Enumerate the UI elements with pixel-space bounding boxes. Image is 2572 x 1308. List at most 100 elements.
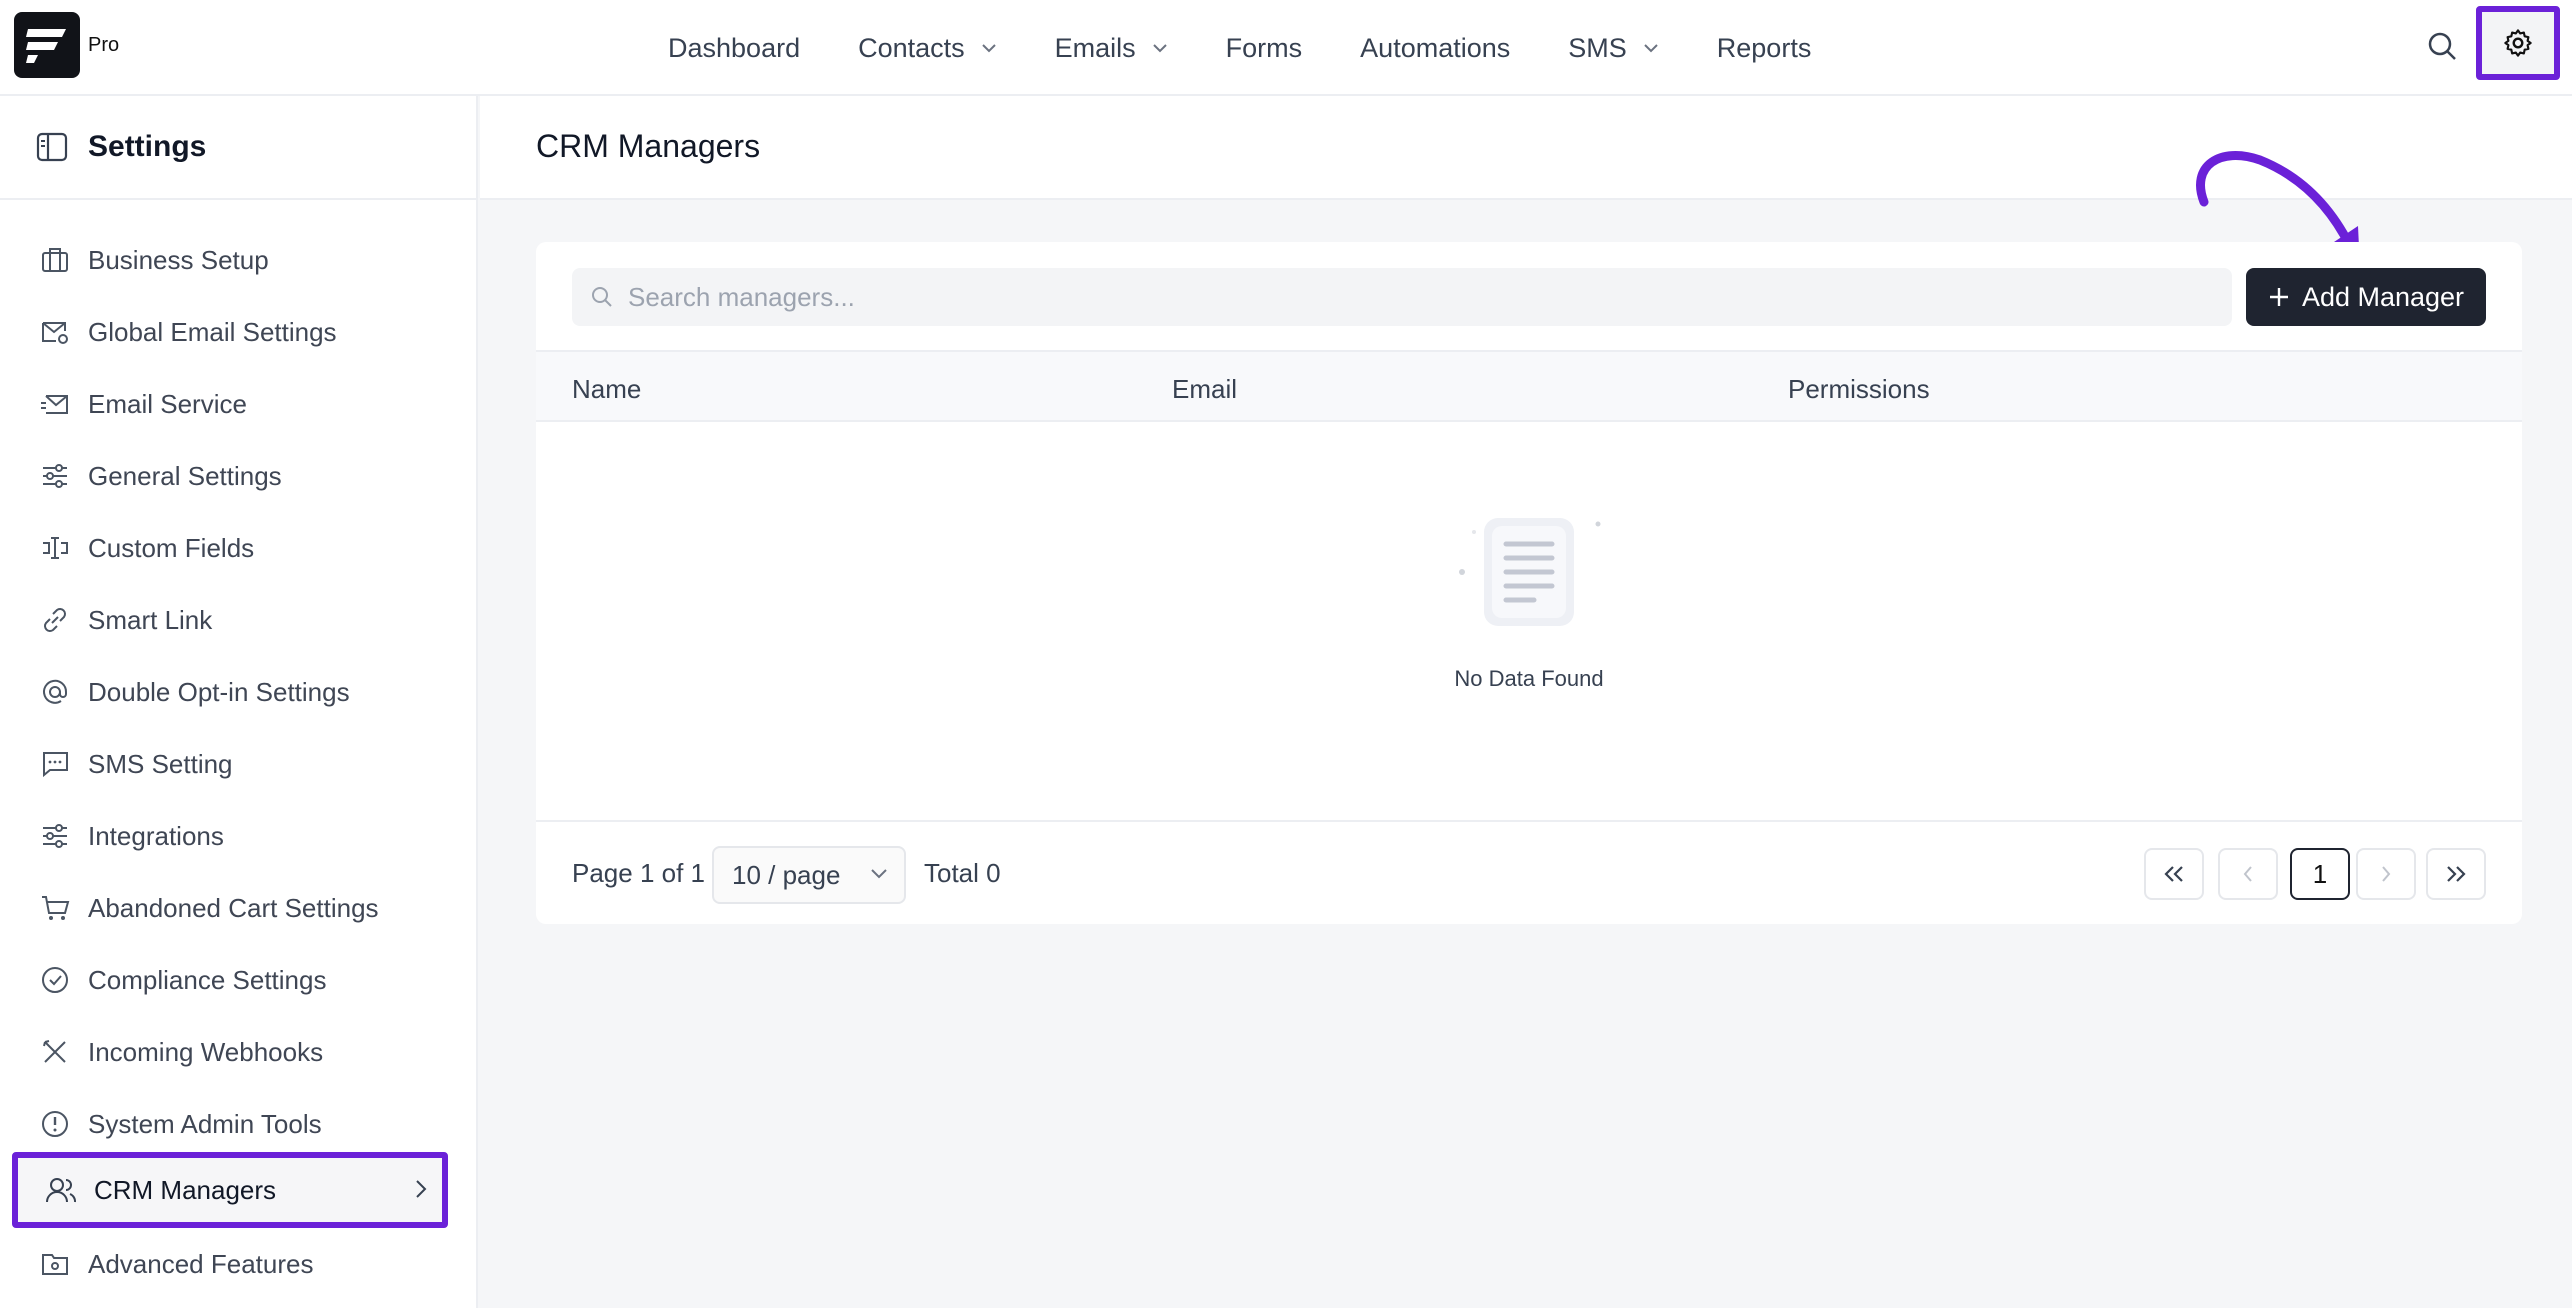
- column-header-permissions: Permissions: [1788, 374, 1930, 404]
- search-icon: [592, 287, 612, 307]
- page-title: CRM Managers: [536, 128, 761, 164]
- add-manager-label: Add Manager: [2301, 281, 2465, 312]
- logo-mark-icon: [26, 29, 66, 63]
- chevron-left-icon: [2243, 866, 2252, 882]
- sidebar-toggle-icon[interactable]: [36, 132, 68, 162]
- tools-icon: [38, 1035, 72, 1069]
- first-page-button[interactable]: [2144, 848, 2204, 900]
- sidebar-item-advanced-features[interactable]: Advanced Features: [38, 1242, 313, 1286]
- sidebar-item-label: CRM Managers: [94, 1174, 277, 1205]
- nav-emails[interactable]: Emails: [1055, 33, 1168, 64]
- link-icon: [38, 603, 72, 637]
- global-search-button[interactable]: [2420, 24, 2464, 68]
- plus-icon: [2269, 288, 2288, 306]
- sidebar-item-email-service[interactable]: Email Service: [38, 382, 247, 426]
- users-icon: [44, 1173, 78, 1207]
- chevron-right-icon: [416, 1180, 427, 1198]
- sidebar-item-crm-managers[interactable]: CRM Managers: [12, 1152, 448, 1228]
- nav-label: Emails: [1054, 32, 1136, 63]
- sidebar-item-general-settings[interactable]: General Settings: [38, 454, 282, 498]
- chevron-down-icon: [1152, 44, 1167, 53]
- sidebar-item-abandoned-cart[interactable]: Abandoned Cart Settings: [38, 886, 379, 930]
- next-page-button[interactable]: [2356, 848, 2416, 900]
- managers-card: Add Manager Name Email Permissions No Da…: [536, 242, 2522, 924]
- pagination: Page 1 of 1 10 / page Total 0 1: [536, 820, 2522, 924]
- folder-gear-icon: [38, 1247, 72, 1281]
- prev-page-button[interactable]: [2218, 848, 2278, 900]
- chevron-right-icon: [2382, 866, 2391, 882]
- main-nav: Dashboard Contacts Emails Forms Automati…: [668, 0, 1869, 96]
- chevron-down-icon: [1644, 44, 1658, 53]
- page-info: Page 1 of 1: [572, 858, 705, 888]
- nav-label: Forms: [1225, 32, 1303, 63]
- nav-automations[interactable]: Automations: [1360, 33, 1510, 64]
- sidebar-item-label: Advanced Features: [88, 1248, 314, 1279]
- cart-icon: [38, 891, 72, 925]
- empty-state-text: No Data Found: [1454, 666, 1604, 691]
- sidebar-item-label: Business Setup: [88, 244, 269, 275]
- sidebar-item-incoming-webhooks[interactable]: Incoming Webhooks: [38, 1030, 323, 1074]
- nav-label: Automations: [1360, 32, 1511, 63]
- sidebar-item-double-opt-in[interactable]: Double Opt-in Settings: [38, 670, 350, 714]
- sidebar-item-label: General Settings: [88, 460, 282, 491]
- chevrons-right-icon: [2447, 866, 2466, 882]
- nav-label: Reports: [1716, 32, 1812, 63]
- chevrons-left-icon: [2164, 866, 2183, 882]
- sidebar-item-label: System Admin Tools: [88, 1108, 322, 1139]
- sidebar-item-global-email-settings[interactable]: Global Email Settings: [38, 310, 337, 354]
- nav-label: SMS: [1568, 32, 1627, 63]
- search-managers-field: [572, 268, 2232, 326]
- check-circle-icon: [38, 963, 72, 997]
- sidebar-title: Settings: [88, 130, 207, 163]
- chevron-down-icon: [871, 869, 887, 879]
- sidebar-item-business-setup[interactable]: Business Setup: [38, 238, 269, 282]
- sidebar-item-label: Double Opt-in Settings: [88, 676, 350, 707]
- sidebar-item-compliance[interactable]: Compliance Settings: [38, 958, 326, 1002]
- nav-label: Dashboard: [668, 32, 801, 63]
- chevron-down-icon: [981, 44, 996, 53]
- sidebar-item-label: Email Service: [88, 388, 247, 419]
- sliders-icon: [38, 459, 72, 493]
- per-page-value: 10 / page: [732, 859, 841, 890]
- mail-settings-icon: [38, 315, 72, 349]
- briefcase-icon: [38, 243, 72, 277]
- nav-label: Contacts: [858, 32, 965, 63]
- sidebar-item-label: Abandoned Cart Settings: [88, 892, 379, 923]
- table-header: Name Email Permissions: [536, 350, 2522, 422]
- search-icon: [2428, 32, 2456, 60]
- at-sign-icon: [38, 675, 72, 709]
- gear-icon: [2504, 29, 2532, 57]
- sidebar-item-label: Global Email Settings: [88, 316, 337, 347]
- sidebar-item-sms-setting[interactable]: SMS Setting: [38, 742, 233, 786]
- mail-send-icon: [38, 387, 72, 421]
- pro-badge: Pro: [88, 34, 120, 56]
- nav-sms[interactable]: SMS: [1568, 33, 1659, 64]
- last-page-button[interactable]: [2426, 848, 2486, 900]
- sidebar-item-label: Incoming Webhooks: [88, 1036, 324, 1067]
- column-header-email: Email: [1172, 374, 1238, 404]
- sliders-icon: [38, 819, 72, 853]
- sidebar-item-label: Integrations: [88, 820, 224, 851]
- sidebar-header: Settings: [0, 96, 476, 200]
- nav-reports[interactable]: Reports: [1717, 33, 1812, 64]
- sidebar-item-smart-link[interactable]: Smart Link: [38, 598, 212, 642]
- per-page-select[interactable]: 10 / page: [712, 846, 906, 904]
- sidebar-item-label: Compliance Settings: [88, 964, 327, 995]
- add-manager-button[interactable]: Add Manager: [2246, 268, 2486, 326]
- nav-forms[interactable]: Forms: [1226, 33, 1303, 64]
- sidebar-item-label: Custom Fields: [88, 532, 255, 563]
- nav-dashboard[interactable]: Dashboard: [668, 33, 800, 64]
- settings-button[interactable]: [2476, 6, 2560, 80]
- alert-circle-icon: [38, 1107, 72, 1141]
- sidebar-item-custom-fields[interactable]: Custom Fields: [38, 526, 254, 570]
- empty-document-icon: [1459, 518, 1601, 626]
- app-logo[interactable]: [14, 12, 80, 78]
- sidebar-item-integrations[interactable]: Integrations: [38, 814, 224, 858]
- text-cursor-icon: [38, 531, 72, 565]
- nav-contacts[interactable]: Contacts: [858, 33, 997, 64]
- total-count: Total 0: [924, 858, 1001, 888]
- search-managers-input[interactable]: [628, 281, 2128, 313]
- settings-sidebar: Settings Business Setup Global Email Set…: [0, 96, 478, 1308]
- page-number-button[interactable]: 1: [2290, 848, 2350, 900]
- sidebar-item-system-admin-tools[interactable]: System Admin Tools: [38, 1102, 322, 1146]
